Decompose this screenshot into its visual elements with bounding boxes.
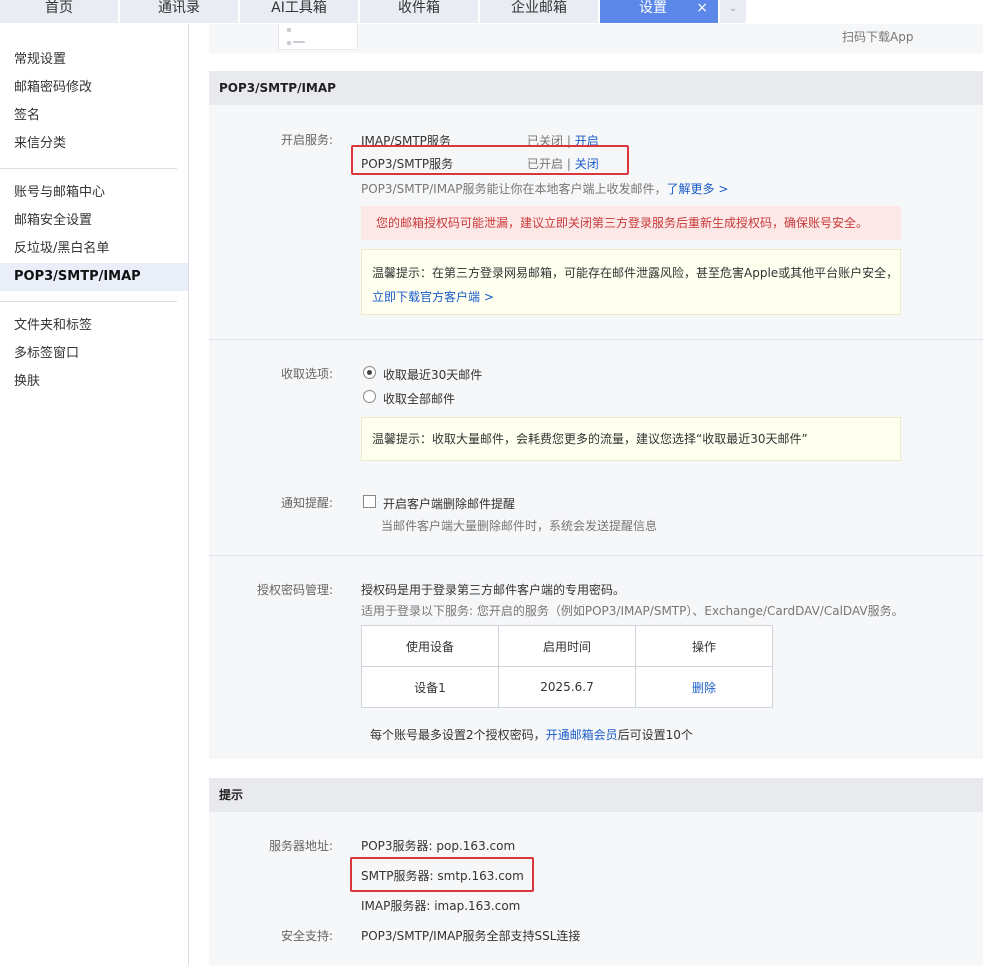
settings-sidebar: 常规设置 邮箱密码修改 签名 来信分类 账号与邮箱中心 邮箱安全设置 反垃圾/黑… <box>0 24 189 965</box>
sidebar-item-skin[interactable]: 换肤 <box>0 368 188 396</box>
auth-code-scope: 适用于登录以下服务: 您开启的服务（例如POP3/IMAP/SMTP）、Exch… <box>361 604 904 618</box>
divider <box>209 339 983 340</box>
vip-link[interactable]: 开通邮箱会员 <box>546 728 618 742</box>
service-description: POP3/SMTP/IMAP服务能让你在本地客户端上收发邮件，了解更多 > <box>361 180 728 197</box>
auth-code-table: 使用设备 启用时间 操作 设备1 2025.6.7 删除 <box>361 625 773 708</box>
tab-home[interactable]: 首页 <box>0 0 119 23</box>
tab-enterprise-mail[interactable]: 企业邮箱 <box>480 0 599 23</box>
sidebar-item-antispam[interactable]: 反垃圾/黑白名单 <box>0 235 188 263</box>
auth-code-label: 授权密码管理: <box>256 583 333 597</box>
tab-bar: 首页 通讯录 AI工具箱 收件箱 企业邮箱 设置 × ⌄ <box>0 0 983 24</box>
auth-code-description: 授权码是用于登录第三方邮件客户端的专用密码。 <box>361 583 626 597</box>
sidebar-divider <box>0 168 177 169</box>
divider <box>209 555 983 556</box>
notify-description: 当邮件客户端大量删除邮件时，系统会发送提醒信息 <box>381 519 658 533</box>
tab-label: 企业邮箱 <box>511 0 567 16</box>
description-text: POP3/SMTP/IMAP服务能让你在本地客户端上收发邮件， <box>361 182 667 196</box>
pop3-service-status: 已开启 | 关闭 <box>527 155 599 172</box>
server-address-label: 服务器地址: <box>268 839 333 853</box>
sidebar-item-general[interactable]: 常规设置 <box>0 46 188 74</box>
download-client-link[interactable]: 立即下载官方客户端 > <box>372 288 494 305</box>
column-header: 操作 <box>635 625 773 667</box>
sidebar-item-mail-rules[interactable]: 来信分类 <box>0 130 188 158</box>
pop3-server: POP3服务器: pop.163.com <box>361 839 516 853</box>
tab-contacts[interactable]: 通讯录 <box>120 0 239 23</box>
section-title: POP3/SMTP/IMAP <box>209 71 983 105</box>
learn-more-link[interactable]: 了解更多 > <box>667 182 729 196</box>
tab-settings[interactable]: 设置 × <box>600 0 719 23</box>
radio-recent-30-days[interactable] <box>363 366 376 379</box>
table-row: 设备1 2025.6.7 删除 <box>361 666 773 708</box>
device-cell: 设备1 <box>361 666 499 708</box>
radio-label: 收取最近30天邮件 <box>383 368 483 382</box>
service-name: POP3/SMTP服务 <box>361 157 454 171</box>
app-download-text: 扫码下载App <box>842 30 914 44</box>
sidebar-item-security[interactable]: 邮箱安全设置 <box>0 207 188 235</box>
close-icon[interactable]: × <box>696 0 708 17</box>
auth-code-limit: 每个账号最多设置2个授权密码，开通邮箱会员后可设置10个 <box>370 726 693 743</box>
notify-checkbox[interactable] <box>363 495 376 508</box>
separator: | <box>566 157 571 171</box>
sidebar-item-folders[interactable]: 文件夹和标签 <box>0 312 188 340</box>
tab-inbox[interactable]: 收件箱 <box>360 0 479 23</box>
column-header: 启用时间 <box>498 625 636 667</box>
sidebar-item-signature[interactable]: 签名 <box>0 102 188 130</box>
action-cell: 删除 <box>635 666 773 708</box>
tab-label: 首页 <box>45 0 73 16</box>
security-support-label: 安全支持: <box>280 929 333 943</box>
ssl-support-text: POP3/SMTP/IMAP服务全部支持SSL连接 <box>361 929 581 943</box>
radio-all-mail[interactable] <box>363 390 376 403</box>
receive-tip-box: 温馨提示：收取大量邮件，会耗费您更多的流量，建议您选择“收取最近30天邮件” <box>361 417 901 461</box>
disable-pop3-link[interactable]: 关闭 <box>575 157 599 171</box>
checkbox-label: 开启客户端删除邮件提醒 <box>383 497 516 511</box>
notify-label: 通知提醒: <box>280 496 333 510</box>
delete-link[interactable]: 删除 <box>692 681 716 695</box>
enable-service-label: 开启服务: <box>280 133 333 147</box>
security-alert: 您的邮箱授权码可能泄漏，建议立即关闭第三方登录服务后重新生成授权码，确保账号安全… <box>361 206 901 240</box>
radio-label: 收取全部邮件 <box>383 392 456 406</box>
status-text: 已开启 <box>527 157 564 171</box>
smtp-server: SMTP服务器: smtp.163.com <box>361 869 524 883</box>
sidebar-item-multi-tab[interactable]: 多标签窗口 <box>0 340 188 368</box>
warm-tip-box: 温馨提示：在第三方登录网易邮箱，可能存在邮件泄露风险，甚至危害Apple或其他平… <box>361 249 901 315</box>
chevron-down-icon[interactable]: ⌄ <box>720 0 746 23</box>
table-header-row: 使用设备 启用时间 操作 <box>361 625 773 667</box>
sidebar-divider <box>0 301 177 302</box>
sidebar-item-password[interactable]: 邮箱密码修改 <box>0 74 188 102</box>
sidebar-item-account-center[interactable]: 账号与邮箱中心 <box>0 179 188 207</box>
hint-section-title: 提示 <box>209 778 983 812</box>
tab-label: 通讯录 <box>158 0 200 16</box>
imap-server: IMAP服务器: imap.163.com <box>361 899 521 913</box>
qr-code-icon <box>278 24 358 50</box>
sidebar-item-pop3-smtp-imap[interactable]: POP3/SMTP/IMAP <box>0 263 188 291</box>
tip-text: 温馨提示：在第三方登录网易邮箱，可能存在邮件泄露风险，甚至危害Apple或其他平… <box>372 266 899 280</box>
tab-label: 收件箱 <box>398 0 440 16</box>
tab-ai-toolbox[interactable]: AI工具箱 <box>240 0 359 23</box>
tab-label: AI工具箱 <box>271 0 327 16</box>
column-header: 使用设备 <box>361 625 499 667</box>
receive-option-label: 收取选项: <box>280 367 333 381</box>
limit-text: 每个账号最多设置2个授权密码， <box>370 728 546 742</box>
tab-label: 设置 <box>639 0 667 16</box>
date-cell: 2025.6.7 <box>498 666 636 708</box>
limit-text: 后可设置10个 <box>617 728 693 742</box>
